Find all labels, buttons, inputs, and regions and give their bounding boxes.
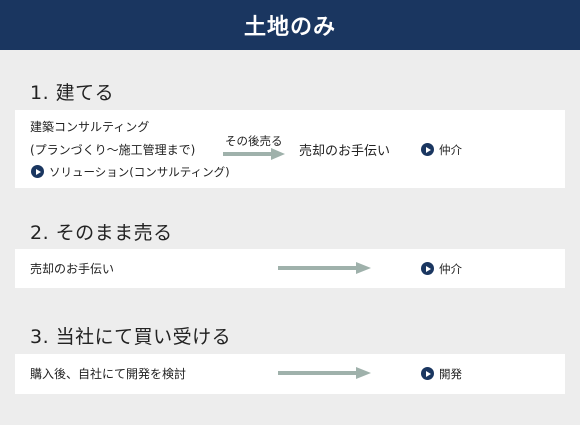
purchase-development-label: 購入後、自社にて開発を検討 <box>30 367 187 381</box>
development-link[interactable]: 開発 <box>439 366 462 382</box>
arrow-icon <box>278 262 371 274</box>
play-icon[interactable] <box>31 165 44 178</box>
card-buy: 購入後、自社にて開発を検討 開発 <box>15 354 565 394</box>
card-build: 建築コンサルティング (プランづくり〜施工管理まで) ソリューション(コンサルテ… <box>15 110 565 188</box>
arrow-icon <box>278 367 371 379</box>
brokerage-link[interactable]: 仲介 <box>439 261 462 277</box>
play-icon[interactable] <box>421 262 434 275</box>
card-sell-as-is: 売却のお手伝い 仲介 <box>15 249 565 288</box>
brokerage-link[interactable]: 仲介 <box>439 142 462 158</box>
play-icon[interactable] <box>421 367 434 380</box>
page-title: 土地のみ <box>243 15 336 40</box>
sale-support-label: 売却のお手伝い <box>299 144 391 159</box>
section-title-build: 1. 建てる <box>30 82 115 104</box>
section-title-buy: 3. 当社にて買い受ける <box>30 326 232 348</box>
consulting-label: 建築コンサルティング <box>30 120 150 134</box>
play-icon[interactable] <box>421 143 434 156</box>
page-header: 土地のみ <box>0 0 580 50</box>
sale-support-label: 売却のお手伝い <box>30 262 115 276</box>
consulting-scope: (プランづくり〜施工管理まで) <box>30 143 196 157</box>
arrow-icon <box>223 148 285 160</box>
solution-consulting-link[interactable]: ソリューション(コンサルティング) <box>49 164 230 180</box>
section-title-sell-as-is: 2. そのまま売る <box>30 222 173 244</box>
arrow-label: その後売る <box>225 134 283 148</box>
